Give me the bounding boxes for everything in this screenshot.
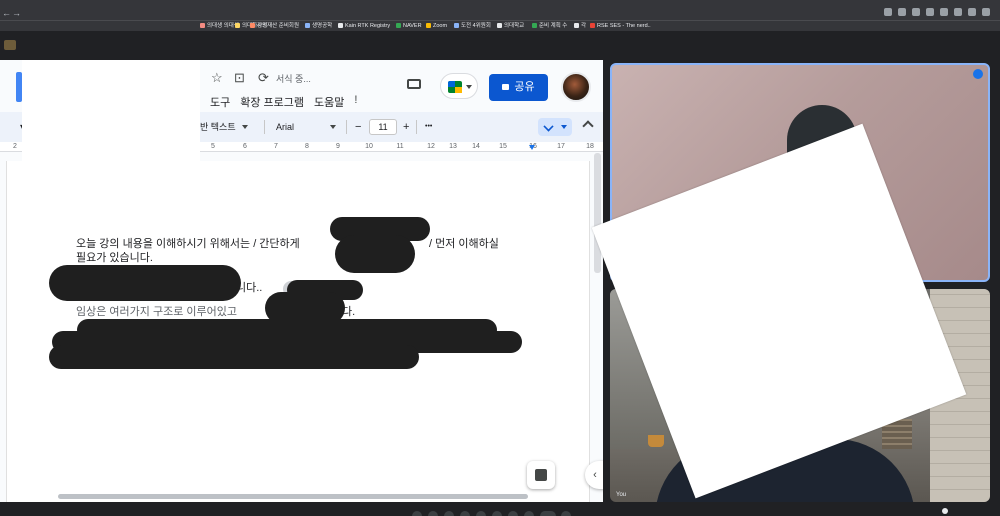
sync-icon: ⟳ bbox=[258, 70, 269, 85]
ruler-tick: 8 bbox=[305, 143, 309, 150]
redaction-mark bbox=[335, 235, 415, 273]
meet-controls bbox=[0, 502, 1000, 516]
save-status: 서식 중... bbox=[276, 74, 311, 84]
back-button[interactable]: ← bbox=[2, 6, 11, 20]
bookmark-favicon-icon bbox=[338, 23, 343, 29]
body-line-1-end: / 먼저 이해하실 bbox=[429, 238, 499, 250]
extensions-area bbox=[884, 8, 990, 16]
ruler-tick: 11 bbox=[396, 143, 404, 150]
mug bbox=[648, 435, 664, 447]
settings-button[interactable] bbox=[524, 511, 534, 516]
explore-button[interactable] bbox=[527, 461, 555, 489]
bookmark-favicon-icon bbox=[396, 23, 401, 29]
ruler-tick: 17 bbox=[557, 143, 565, 150]
chevron-down-icon bbox=[330, 125, 337, 129]
leave-call-button[interactable] bbox=[540, 511, 556, 516]
extension-icon[interactable] bbox=[968, 8, 976, 16]
comment-icon bbox=[407, 79, 421, 89]
lock-icon bbox=[502, 84, 510, 90]
font-size-input[interactable]: 11 bbox=[369, 119, 397, 135]
extension-icon[interactable] bbox=[912, 8, 920, 16]
redaction-mark bbox=[49, 265, 241, 301]
increase-font-button[interactable]: + bbox=[403, 120, 409, 134]
pin-icon[interactable] bbox=[973, 69, 983, 79]
tab-thumbnail[interactable] bbox=[4, 40, 16, 50]
bookmark-favicon-icon bbox=[200, 23, 205, 29]
menu-icon[interactable] bbox=[982, 8, 990, 16]
redaction-mark bbox=[49, 345, 419, 369]
avatar[interactable] bbox=[561, 72, 591, 102]
mic-button[interactable] bbox=[412, 511, 422, 516]
chevron-down-icon bbox=[561, 125, 567, 129]
editing-mode-button[interactable] bbox=[538, 118, 572, 136]
meet-button[interactable] bbox=[440, 73, 478, 99]
horizontal-scrollbar[interactable] bbox=[58, 494, 528, 499]
bookmark-favicon-icon bbox=[250, 23, 255, 29]
ruler-tick: 15 bbox=[499, 143, 507, 150]
docs-window: ☆ ⊡ ⟳ 서식 중... 도구 확장 프로그램 도움말 ! 공유 ▾ 반 텍스… bbox=[0, 60, 603, 502]
body-line-2: 필요가 있습니다. bbox=[76, 252, 153, 264]
more-button[interactable] bbox=[508, 511, 518, 516]
forward-button[interactable]: → bbox=[12, 6, 21, 20]
style-select[interactable]: 반 텍스트 bbox=[200, 120, 248, 134]
indent-marker[interactable] bbox=[529, 145, 535, 150]
menu-bar: 도구 확장 프로그램 도움말 ! bbox=[210, 94, 357, 110]
chevron-down-icon bbox=[241, 125, 248, 129]
body-line-1: 오늘 강의 내용을 이해하시기 위해서는 / 간단하게 bbox=[76, 238, 300, 250]
explore-icon bbox=[535, 469, 547, 481]
menu-tools[interactable]: 도구 bbox=[210, 94, 230, 110]
star-icon[interactable]: ☆ bbox=[211, 71, 223, 85]
bookmark-favicon-icon bbox=[497, 23, 502, 29]
self-label: You bbox=[616, 492, 627, 498]
chat-button[interactable] bbox=[561, 511, 571, 516]
ruler-tick: 12 bbox=[427, 143, 435, 150]
ruler-tick: 10 bbox=[365, 143, 373, 150]
chevron-up-icon[interactable] bbox=[582, 120, 594, 132]
extension-icon[interactable] bbox=[940, 8, 948, 16]
extension-icon[interactable] bbox=[926, 8, 934, 16]
ruler-tick: 18 bbox=[586, 143, 594, 150]
window-strip bbox=[0, 31, 1000, 60]
extension-icon[interactable] bbox=[954, 8, 962, 16]
extension-icon[interactable] bbox=[884, 8, 892, 16]
extension-icon[interactable] bbox=[898, 8, 906, 16]
camera-button[interactable] bbox=[428, 511, 438, 516]
ruler-tick: 2 bbox=[13, 143, 17, 150]
bookmarks-bar: 의대생 의대생 의대하사정 강의재산 준비회원 생명공학 Kain RTK Re… bbox=[0, 20, 1000, 31]
present-button[interactable] bbox=[476, 511, 486, 516]
reactions-button[interactable] bbox=[460, 511, 470, 516]
chevron-down-icon bbox=[466, 85, 472, 89]
font-select[interactable]: Arial bbox=[276, 120, 337, 134]
ruler-tick: 6 bbox=[243, 143, 247, 150]
pencil-icon bbox=[543, 121, 554, 132]
raise-hand-button[interactable] bbox=[492, 511, 502, 516]
bookmark-favicon-icon bbox=[574, 23, 579, 29]
info-icon[interactable] bbox=[942, 508, 948, 514]
bookmark-favicon-icon bbox=[590, 23, 595, 29]
menu-help[interactable]: 도움말 bbox=[314, 94, 344, 110]
bookmark-favicon-icon bbox=[532, 23, 537, 29]
move-folder-icon[interactable]: ⊡ bbox=[234, 71, 245, 85]
bookmark-favicon-icon bbox=[305, 23, 310, 29]
ruler-tick: 13 bbox=[449, 143, 457, 150]
ruler-tick: 14 bbox=[472, 143, 480, 150]
menu-more[interactable]: ! bbox=[354, 94, 357, 110]
share-button[interactable]: 공유 bbox=[489, 74, 548, 101]
captions-button[interactable] bbox=[444, 511, 454, 516]
blank-overlay bbox=[22, 60, 200, 236]
comment-history-button[interactable] bbox=[405, 77, 423, 93]
ruler-tick: 7 bbox=[274, 143, 278, 150]
browser-toolbar: ← → bbox=[0, 6, 1000, 20]
ruler-tick: 9 bbox=[336, 143, 340, 150]
bookmark-favicon-icon bbox=[454, 23, 459, 29]
decrease-font-button[interactable]: − bbox=[355, 120, 361, 134]
body-line-4: 임상은 여러가지 구조로 이루어있고 bbox=[76, 306, 237, 318]
vertical-scrollbar[interactable] bbox=[594, 153, 601, 273]
menu-extensions[interactable]: 확장 프로그램 bbox=[240, 94, 304, 110]
ruler-tick: 5 bbox=[211, 143, 215, 150]
more-options-button[interactable]: ••• bbox=[425, 120, 432, 134]
bookmark-favicon-icon bbox=[426, 23, 431, 29]
bookmark-favicon-icon bbox=[235, 23, 240, 29]
